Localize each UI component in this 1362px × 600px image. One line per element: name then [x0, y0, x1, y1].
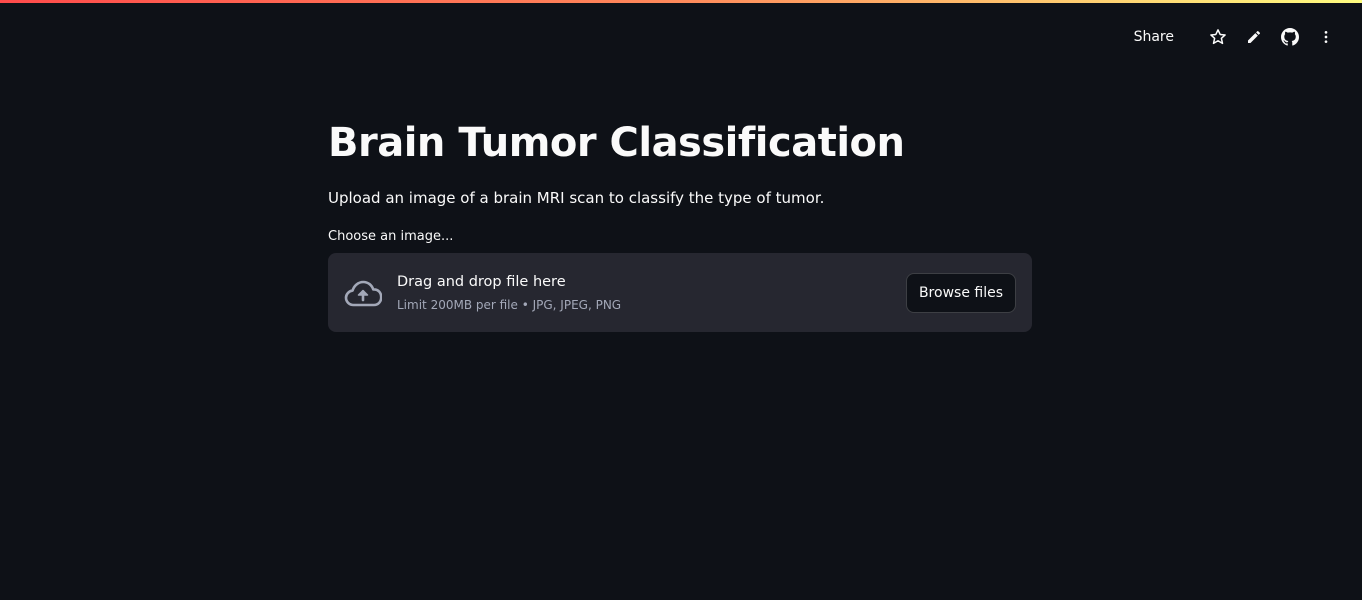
browse-files-button[interactable]: Browse files [905, 272, 1016, 313]
uploader-label: Choose an image... [328, 229, 454, 244]
page-title: Brain Tumor Classification [328, 120, 905, 166]
file-dropzone[interactable]: Drag and drop file here Limit 200MB per … [328, 253, 1032, 332]
dropzone-limit-text: Limit 200MB per file • JPG, JPEG, PNG [397, 298, 622, 312]
top-decoration-bar [0, 0, 1362, 3]
dropzone-instructions: Drag and drop file here [397, 274, 566, 290]
star-icon[interactable] [1206, 25, 1230, 49]
share-button[interactable]: Share [1134, 29, 1174, 45]
cloud-upload-icon [344, 278, 382, 308]
more-vertical-icon[interactable] [1314, 25, 1338, 49]
dropzone-text: Drag and drop file here Limit 200MB per … [397, 272, 906, 313]
main-content: Brain Tumor Classification Upload an ima… [328, 112, 1032, 332]
app-toolbar: Share [1134, 24, 1338, 50]
github-icon[interactable] [1278, 25, 1302, 49]
page-description: Upload an image of a brain MRI scan to c… [328, 189, 825, 207]
pencil-icon[interactable] [1242, 25, 1266, 49]
